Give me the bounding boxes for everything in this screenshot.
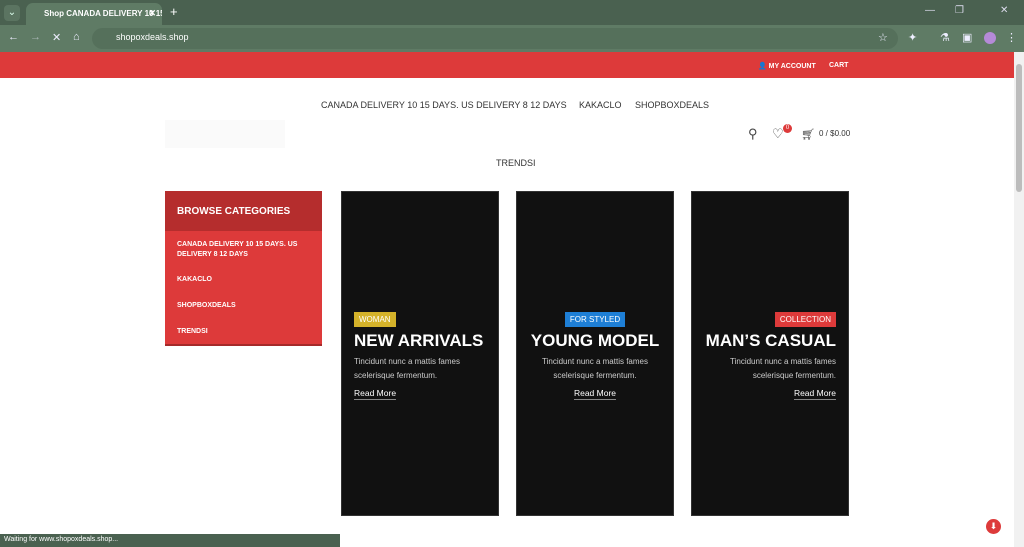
banner-tag: WOMAN — [354, 312, 396, 327]
banner-text: Tincidunt nunc a mattis fames scelerisqu… — [354, 357, 460, 380]
my-account-link[interactable]: 👤 MY ACCOUNT — [758, 62, 816, 70]
user-icon: 👤 — [758, 63, 767, 70]
top-bar — [0, 52, 1014, 78]
read-more-link[interactable]: Read More — [354, 388, 397, 400]
banner-tag: FOR STYLED — [564, 312, 626, 327]
read-more-link[interactable]: Read More — [793, 388, 836, 400]
browse-categories-title: BROWSE CATEGORIES — [165, 191, 322, 231]
read-more-link[interactable]: Read More — [573, 388, 617, 400]
menu-icon[interactable]: ⋮ — [1006, 31, 1017, 44]
banner-young-model[interactable]: FOR STYLED YOUNG MODEL Tincidunt nunc a … — [516, 191, 674, 516]
category-trendsi[interactable]: TRENDSI — [177, 327, 317, 337]
browser-toolbar: ← → ✕ ⌂ shopoxdeals.shop ☆ ✦ ⚗ ▣ ⋮ — [0, 25, 1024, 52]
nav-item-canada[interactable]: CANADA DELIVERY 10 15 DAYS. US DELIVERY … — [321, 100, 567, 110]
stop-icon[interactable]: ✕ — [52, 31, 61, 44]
scrollbar-thumb[interactable] — [1016, 64, 1022, 192]
nav-item-kakaclo[interactable]: KAKACLO — [579, 100, 622, 110]
close-window-icon[interactable]: ✕ — [1000, 5, 1008, 16]
status-bar: Waiting for www.shopoxdeals.shop... — [0, 534, 340, 547]
cart-icon[interactable]: 🛒︎ — [801, 128, 815, 141]
banner-tag: COLLECTION — [774, 312, 836, 327]
new-tab-button[interactable]: + — [170, 4, 178, 19]
category-canada[interactable]: CANADA DELIVERY 10 15 DAYS. US DELIVERY … — [177, 240, 317, 260]
category-shopboxdeals[interactable]: SHOPBOXDEALS — [177, 301, 317, 311]
nav-item-shopboxdeals[interactable]: SHOPBOXDEALS — [635, 100, 709, 110]
bookmark-star-icon[interactable]: ☆ — [878, 31, 888, 44]
home-icon[interactable]: ⌂ — [73, 31, 80, 43]
tab-title: Shop CANADA DELIVERY 10 15 DAYS — [44, 9, 162, 18]
banner-new-arrivals[interactable]: WOMAN NEW ARRIVALS Tincidunt nunc a matt… — [341, 191, 499, 516]
address-bar[interactable]: shopoxdeals.shop — [92, 28, 898, 49]
minimize-icon[interactable]: — — [925, 5, 935, 16]
scrollbar[interactable] — [1014, 52, 1024, 547]
banner-text: Tincidunt nunc a mattis fames scelerisqu… — [730, 357, 836, 380]
nav-item-trendsi[interactable]: TRENDSI — [496, 158, 536, 168]
cart-link[interactable]: CART — [829, 62, 848, 69]
labs-icon[interactable]: ⚗ — [940, 31, 950, 44]
browser-tab[interactable]: Shop CANADA DELIVERY 10 15 DAYS✕ — [26, 3, 162, 25]
banner-title: YOUNG MODEL — [530, 331, 660, 350]
banner-text: Tincidunt nunc a mattis fames scelerisqu… — [542, 357, 648, 380]
search-icon[interactable]: ⚲ — [748, 126, 758, 142]
back-icon[interactable]: ← — [8, 31, 19, 43]
floating-action-icon[interactable]: ⬇ — [986, 519, 1001, 534]
banner-title: MAN’S CASUAL — [705, 331, 836, 350]
tab-search-button[interactable]: ⌄ — [4, 5, 20, 21]
my-account-label: MY ACCOUNT — [768, 63, 816, 70]
category-kakaclo[interactable]: KAKACLO — [177, 275, 317, 285]
side-panel-icon[interactable]: ▣ — [962, 31, 972, 44]
restore-icon[interactable]: ❐ — [955, 5, 964, 16]
banner-mans-casual[interactable]: COLLECTION MAN’S CASUAL Tincidunt nunc a… — [691, 191, 849, 516]
close-tab-icon[interactable]: ✕ — [148, 8, 156, 19]
extensions-icon[interactable]: ✦ — [908, 31, 917, 44]
browser-tab-bar: ⌄ Shop CANADA DELIVERY 10 15 DAYS✕ + — ❐… — [0, 0, 1024, 25]
wishlist-count-badge: 0 — [783, 124, 792, 133]
forward-icon[interactable]: → — [30, 31, 41, 43]
banner-title: NEW ARRIVALS — [354, 331, 484, 350]
wishlist-heart-icon[interactable]: ♡ — [772, 126, 784, 142]
cart-total[interactable]: 0 / $0.00 — [819, 129, 850, 138]
url-text: shopoxdeals.shop — [116, 32, 189, 42]
browse-categories: BROWSE CATEGORIES CANADA DELIVERY 10 15 … — [165, 191, 322, 346]
profile-avatar[interactable] — [984, 32, 996, 44]
site-logo[interactable] — [165, 120, 285, 148]
